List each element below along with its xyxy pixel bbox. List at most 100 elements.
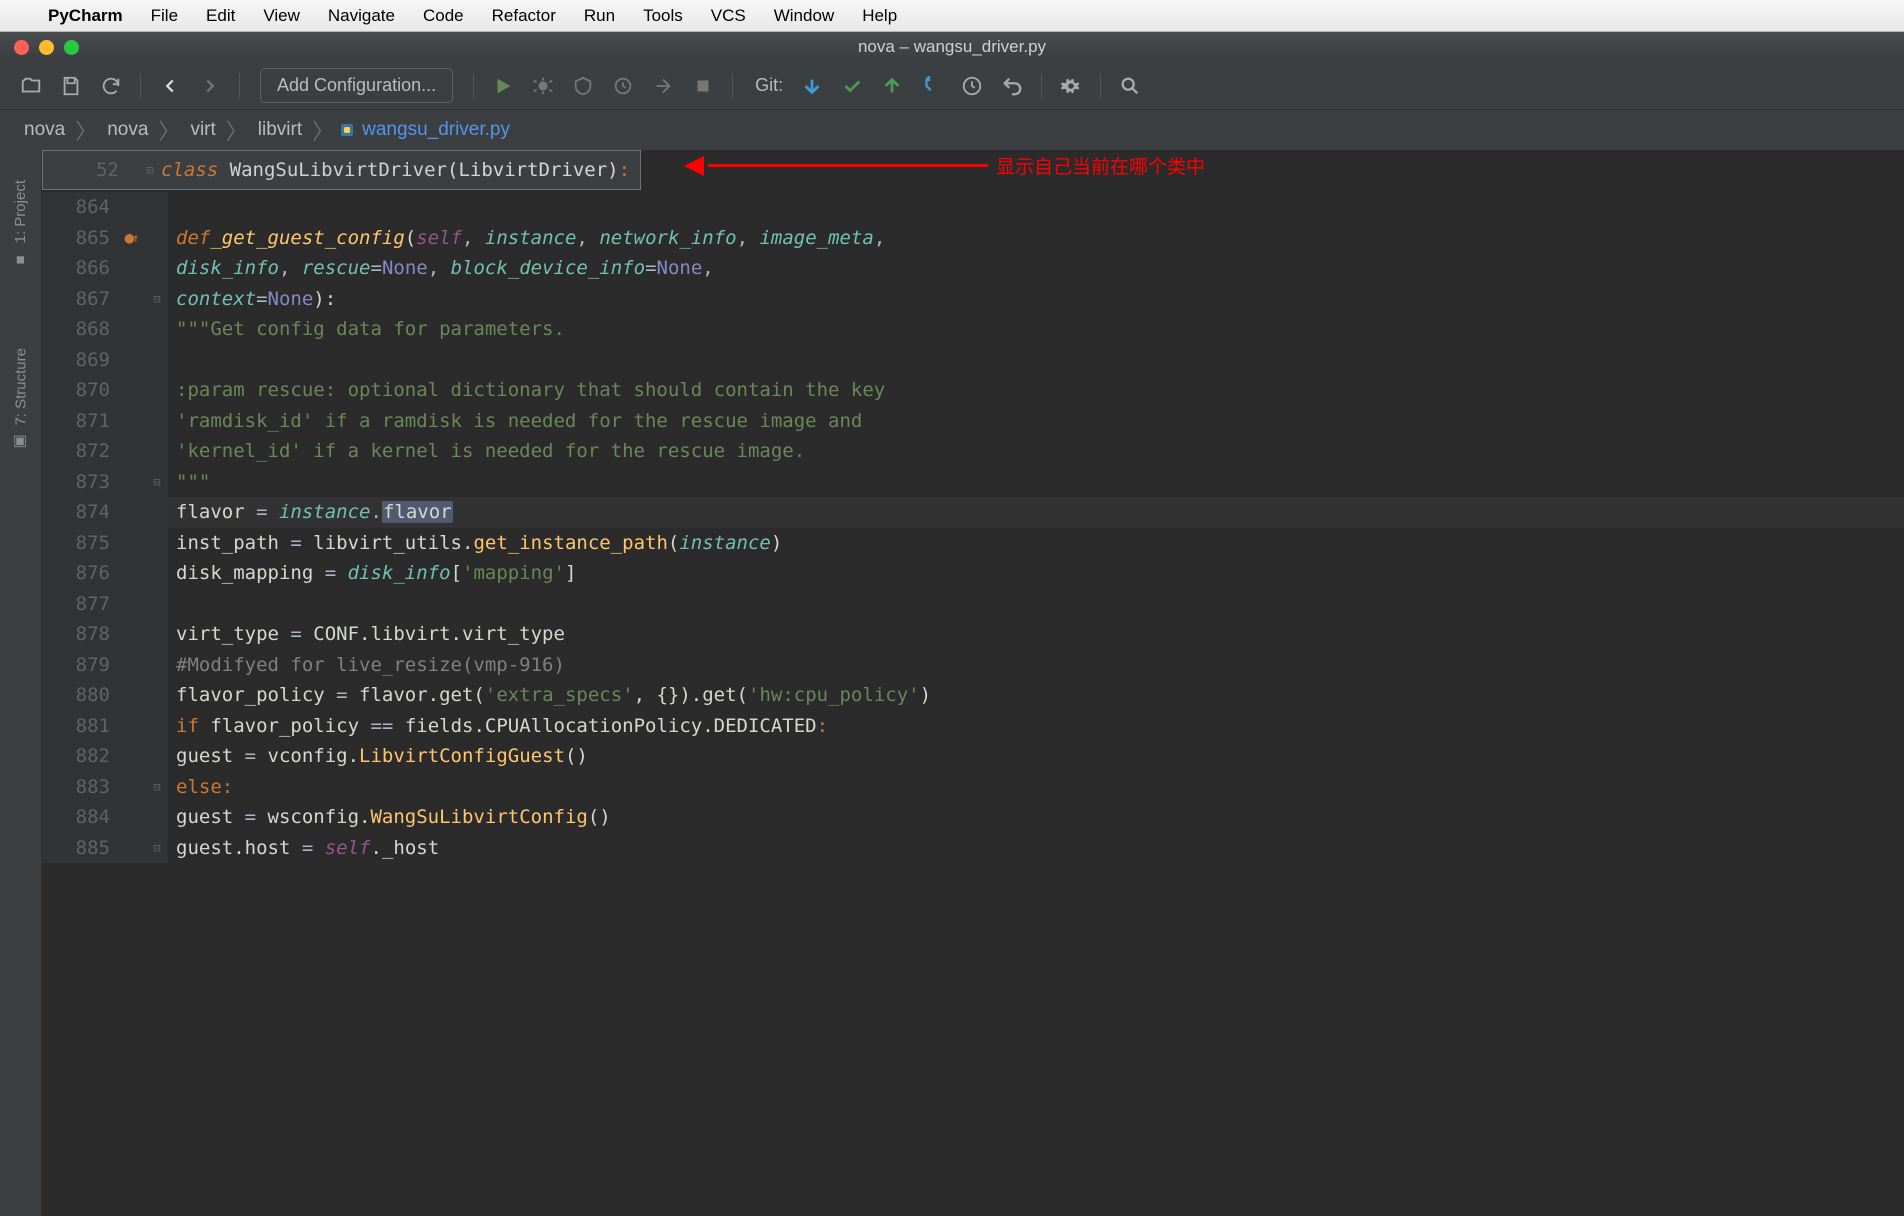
code-text[interactable]: """ — [168, 467, 1904, 498]
code-text[interactable]: virt_type = CONF.libvirt.virt_type — [168, 619, 1904, 650]
context-line-number: 52 — [43, 159, 139, 181]
line-number: 866 — [42, 253, 118, 284]
breadcrumb-item[interactable]: libvirt — [252, 119, 308, 141]
app-name[interactable]: PyCharm — [48, 6, 123, 26]
editor-context-hint[interactable]: 52 ⊟ class WangSuLibvirtDriver(LibvirtDr… — [42, 150, 641, 190]
code-text[interactable]: """Get config data for parameters. — [168, 314, 1904, 345]
forward-icon[interactable] — [193, 69, 227, 103]
code-line[interactable]: 870 :param rescue: optional dictionary t… — [42, 375, 1904, 406]
menu-view[interactable]: View — [263, 6, 300, 26]
line-number: 885 — [42, 833, 118, 864]
profile-icon[interactable] — [606, 69, 640, 103]
code-text[interactable]: if flavor_policy == fields.CPUAllocation… — [168, 711, 1904, 742]
code-text[interactable]: 'kernel_id' if a kernel is needed for th… — [168, 436, 1904, 467]
code-text[interactable] — [168, 345, 1904, 376]
stop-icon[interactable] — [686, 69, 720, 103]
gutter-marker[interactable]: ●↑ — [118, 223, 146, 254]
menu-navigate[interactable]: Navigate — [328, 6, 395, 26]
code-line[interactable]: 878 virt_type = CONF.libvirt.virt_type — [42, 619, 1904, 650]
code-line[interactable]: 883⊟ else: — [42, 772, 1904, 803]
run-icon[interactable] — [486, 69, 520, 103]
code-line[interactable]: 884 guest = wsconfig.WangSuLibvirtConfig… — [42, 802, 1904, 833]
code-text[interactable]: guest = wsconfig.WangSuLibvirtConfig() — [168, 802, 1904, 833]
code-text[interactable]: flavor = instance.flavor — [168, 497, 1904, 528]
debug-icon[interactable] — [526, 69, 560, 103]
refresh-icon[interactable] — [94, 69, 128, 103]
minimize-window-button[interactable] — [39, 40, 54, 55]
code-text[interactable] — [168, 192, 1904, 223]
code-line[interactable]: 876 disk_mapping = disk_info['mapping'] — [42, 558, 1904, 589]
editor[interactable]: 52 ⊟ class WangSuLibvirtDriver(LibvirtDr… — [42, 150, 1904, 1216]
code-line[interactable]: 875 inst_path = libvirt_utils.get_instan… — [42, 528, 1904, 559]
git-push-icon[interactable] — [875, 69, 909, 103]
code-line[interactable]: 877 — [42, 589, 1904, 620]
code-line[interactable]: 885 ⊟ guest.host = self._host — [42, 833, 1904, 864]
code-line[interactable]: 867⊟ context=None): — [42, 284, 1904, 315]
code-text[interactable]: :param rescue: optional dictionary that … — [168, 375, 1904, 406]
settings-icon[interactable] — [1054, 69, 1088, 103]
menu-edit[interactable]: Edit — [206, 6, 235, 26]
code-line[interactable]: 873⊟ """ — [42, 467, 1904, 498]
git-rollback-icon[interactable] — [995, 69, 1029, 103]
git-update-icon[interactable] — [795, 69, 829, 103]
coverage-icon[interactable] — [566, 69, 600, 103]
concurrency-icon[interactable] — [646, 69, 680, 103]
code-text[interactable]: inst_path = libvirt_utils.get_instance_p… — [168, 528, 1904, 559]
menu-refactor[interactable]: Refactor — [492, 6, 556, 26]
zoom-window-button[interactable] — [64, 40, 79, 55]
breadcrumb-item[interactable]: virt — [184, 119, 221, 141]
code-line[interactable]: 869 — [42, 345, 1904, 376]
run-config-combo[interactable]: Add Configuration... — [260, 68, 453, 103]
fold-toggle-icon[interactable]: ⊟ — [146, 467, 168, 498]
fold-toggle-icon[interactable]: ⊟ — [146, 772, 168, 803]
menu-run[interactable]: Run — [584, 6, 615, 26]
code-line[interactable]: 871 'ramdisk_id' if a ramdisk is needed … — [42, 406, 1904, 437]
code-line[interactable]: 879 #Modifyed for live_resize(vmp-916) — [42, 650, 1904, 681]
menu-code[interactable]: Code — [423, 6, 464, 26]
python-file-icon — [338, 121, 356, 139]
code-line[interactable]: 872 'kernel_id' if a kernel is needed fo… — [42, 436, 1904, 467]
fold-toggle-icon[interactable]: ⊟ — [139, 151, 161, 189]
code-text[interactable]: guest.host = self._host — [168, 833, 1904, 864]
menu-file[interactable]: File — [151, 6, 178, 26]
code-line[interactable]: 874 flavor = instance.flavor — [42, 497, 1904, 528]
menu-help[interactable]: Help — [862, 6, 897, 26]
menu-vcs[interactable]: VCS — [711, 6, 746, 26]
breadcrumb-item[interactable]: nova — [18, 119, 71, 141]
close-window-button[interactable] — [14, 40, 29, 55]
code-text[interactable]: guest = vconfig.LibvirtConfigGuest() — [168, 741, 1904, 772]
git-commit-icon[interactable] — [835, 69, 869, 103]
code-text[interactable]: disk_mapping = disk_info['mapping'] — [168, 558, 1904, 589]
fold-toggle-icon[interactable]: ⊟ — [146, 284, 168, 315]
code-text[interactable]: else: — [168, 772, 1904, 803]
menu-tools[interactable]: Tools — [643, 6, 683, 26]
open-icon[interactable] — [14, 69, 48, 103]
search-icon[interactable] — [1113, 69, 1147, 103]
code-line[interactable]: 881 if flavor_policy == fields.CPUAlloca… — [42, 711, 1904, 742]
git-history-icon[interactable] — [955, 69, 989, 103]
code-text[interactable] — [168, 589, 1904, 620]
code-line[interactable]: 882 guest = vconfig.LibvirtConfigGuest() — [42, 741, 1904, 772]
project-tool-tab[interactable]: ■1: Project — [12, 180, 29, 268]
code-line[interactable]: 868 """Get config data for parameters. — [42, 314, 1904, 345]
fold-toggle-icon[interactable]: ⊟ — [146, 833, 168, 864]
code-line[interactable]: 864 — [42, 192, 1904, 223]
breadcrumb-file[interactable]: wangsu_driver.py — [338, 119, 510, 141]
code-text[interactable]: def _get_guest_config(self, instance, ne… — [168, 223, 1904, 254]
code-text[interactable]: flavor_policy = flavor.get('extra_specs'… — [168, 680, 1904, 711]
code-line[interactable]: 880 flavor_policy = flavor.get('extra_sp… — [42, 680, 1904, 711]
menu-window[interactable]: Window — [774, 6, 834, 26]
git-branches-icon[interactable] — [915, 69, 949, 103]
code-line[interactable]: 866 disk_info, rescue=None, block_device… — [42, 253, 1904, 284]
breadcrumb-item[interactable]: nova — [101, 119, 154, 141]
code-line[interactable]: 865●↑ def _get_guest_config(self, instan… — [42, 223, 1904, 254]
code-text[interactable]: #Modifyed for live_resize(vmp-916) — [168, 650, 1904, 681]
save-all-icon[interactable] — [54, 69, 88, 103]
back-icon[interactable] — [153, 69, 187, 103]
code-text[interactable]: context=None): — [168, 284, 1904, 315]
fold-toggle-icon — [146, 711, 168, 742]
structure-tool-tab[interactable]: ▣7: Structure — [12, 348, 30, 452]
gutter-marker — [118, 680, 146, 711]
code-text[interactable]: disk_info, rescue=None, block_device_inf… — [168, 253, 1904, 284]
code-text[interactable]: 'ramdisk_id' if a ramdisk is needed for … — [168, 406, 1904, 437]
